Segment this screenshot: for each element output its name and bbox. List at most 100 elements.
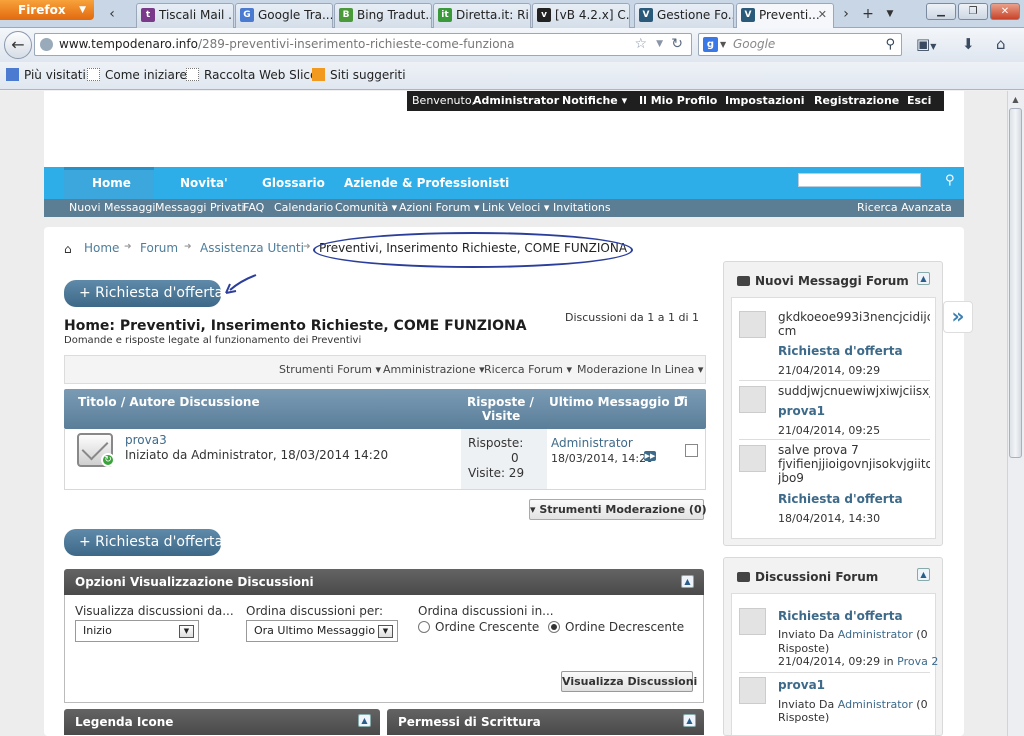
order-desc-label[interactable]: Ordine Decrescente	[565, 620, 684, 634]
scrollbar-thumb[interactable]	[1009, 108, 1022, 458]
search-engine-dropdown-icon[interactable]: ▼	[720, 34, 726, 55]
visualizza-discussioni-button[interactable]: Visualizza Discussioni	[561, 671, 697, 692]
tab-gestione[interactable]: V Gestione Fo...	[634, 3, 734, 28]
search-icon[interactable]: ⚲	[885, 34, 895, 55]
download-arrow-icon[interactable]: ⬇	[962, 35, 975, 53]
back-arrow-icon[interactable]: ←	[4, 31, 32, 59]
collapse-icon[interactable]: ▲	[358, 714, 371, 727]
tab-bing[interactable]: B Bing Tradut...	[334, 3, 432, 28]
author-link[interactable]: Administrator	[838, 698, 913, 711]
firefox-menu-button[interactable]: Firefox ▼	[0, 0, 94, 20]
last-post-user-link[interactable]: Administrator	[551, 436, 633, 450]
bookmark-piu-visitati[interactable]: Più visitati	[4, 68, 86, 82]
sort-by-select[interactable]: Ora Ultimo Messaggio ▼	[246, 620, 398, 642]
tab-scroll-left-icon[interactable]: ‹	[102, 4, 122, 24]
tab-scroll-right-icon[interactable]: ›	[838, 4, 854, 24]
forum-link[interactable]: Prova 2	[897, 655, 938, 668]
moderazione-menu[interactable]: Moderazione In Linea ▾	[577, 363, 703, 376]
new-thread-button-bottom[interactable]: + Richiesta d'offerta	[64, 529, 223, 556]
author-link[interactable]: Administrator	[838, 628, 913, 641]
subnav-messaggi-privati[interactable]: Messaggi Privati	[155, 199, 245, 217]
subnav-ricerca-avanzata[interactable]: Ricerca Avanzata	[857, 199, 952, 217]
ricerca-forum-menu[interactable]: Ricerca Forum ▾	[484, 363, 572, 376]
column-views[interactable]: Visite	[482, 409, 520, 423]
notifications-link[interactable]: Notifiche ▾	[562, 91, 627, 111]
subnav-faq[interactable]: FAQ	[243, 199, 264, 217]
restore-icon[interactable]: ❐	[958, 3, 988, 20]
thread-meta: Inviato Da Administrator (0	[778, 698, 930, 711]
strumenti-forum-menu[interactable]: Strumenti Forum ▾	[279, 363, 381, 376]
sort-down-icon[interactable]: ▼	[678, 395, 685, 405]
subnav-calendario[interactable]: Calendario	[274, 199, 333, 217]
url-bar[interactable]: www.tempodenaro.info/289-preventivi-inse…	[34, 33, 692, 56]
scroll-up-icon[interactable]: ▲	[1008, 92, 1023, 108]
search-icon[interactable]: ⚲	[945, 173, 955, 188]
subnav-comunita[interactable]: Comunità ▾	[335, 199, 397, 217]
settings-link[interactable]: Impostazioni	[725, 91, 805, 111]
subnav-invitations[interactable]: Invitations	[553, 199, 611, 217]
home-icon[interactable]: ⌂	[996, 35, 1006, 53]
bookmark-come-iniziare[interactable]: Come iniziare	[85, 68, 187, 82]
tab-google-translate[interactable]: G Google Tra...	[235, 3, 333, 28]
nav-glossario[interactable]: Glossario	[262, 167, 325, 199]
moderation-tools-button[interactable]: ▾ Strumenti Moderazione (0)	[529, 499, 707, 520]
collapse-icon[interactable]: ▲	[683, 714, 696, 727]
bookmark-web-slice[interactable]: Raccolta Web Slice	[184, 68, 317, 82]
close-tab-icon[interactable]: ✕	[818, 4, 827, 26]
post-thread-link[interactable]: Richiesta d'offerta	[778, 492, 903, 506]
thread-title-link[interactable]: prova3	[125, 433, 167, 447]
home-icon[interactable]: ⌂	[64, 242, 72, 256]
subnav-nuovi-messaggi[interactable]: Nuovi Messaggi	[69, 199, 155, 217]
nav-aziende[interactable]: Aziende & Professionisti	[344, 167, 509, 199]
subnav-azioni-forum[interactable]: Azioni Forum ▾	[399, 199, 480, 217]
collapse-icon[interactable]: ▲	[681, 575, 694, 588]
thread-select-checkbox[interactable]	[685, 444, 698, 457]
tab-vbulletin[interactable]: v [vB 4.2.x] C...	[532, 3, 630, 28]
url-dropdown-icon[interactable]: ▼	[656, 34, 663, 55]
tab-tiscali[interactable]: t Tiscali Mail ...	[136, 3, 234, 28]
tab-diretta[interactable]: it Diretta.it: Ri...	[433, 3, 531, 28]
select-value: Ora Ultimo Messaggio	[254, 624, 376, 637]
column-title[interactable]: Titolo / Autore Discussione	[78, 395, 260, 409]
amministrazione-menu[interactable]: Amministrazione ▾	[383, 363, 485, 376]
tab-preventivi-active[interactable]: V Preventi... ✕	[736, 3, 834, 29]
nav-home[interactable]: Home	[92, 167, 131, 199]
forum-description: Domande e risposte legate al funzionamen…	[64, 335, 362, 346]
nav-novita[interactable]: Novita'	[180, 167, 228, 199]
order-desc-radio[interactable]	[548, 621, 560, 633]
reload-icon[interactable]: ↻	[671, 34, 683, 55]
user-link[interactable]: Administrator	[473, 91, 559, 111]
bookmark-star-icon[interactable]: ☆	[634, 34, 647, 55]
subnav-link-veloci[interactable]: Link Veloci ▾	[482, 199, 549, 217]
collapse-icon[interactable]: ▲	[917, 272, 930, 285]
site-search-input[interactable]	[798, 173, 921, 187]
breadcrumb-home[interactable]: Home	[84, 241, 119, 255]
order-asc-radio[interactable]	[418, 621, 430, 633]
breadcrumb-assistenza[interactable]: Assistenza Utenti	[200, 241, 304, 255]
post-thread-link[interactable]: Richiesta d'offerta	[778, 344, 903, 358]
breadcrumb-forum[interactable]: Forum	[140, 241, 178, 255]
thread-link[interactable]: Richiesta d'offerta	[778, 609, 903, 623]
bookmarks-menu-icon[interactable]: ▣▼	[916, 35, 936, 53]
search-bar[interactable]: g ▼ Google ⚲	[698, 33, 902, 56]
logout-link[interactable]: Esci	[907, 91, 931, 111]
diretta-icon: it	[438, 8, 452, 22]
thread-link[interactable]: prova1	[778, 678, 825, 692]
collapse-icon[interactable]: ▲	[917, 568, 930, 581]
profile-link[interactable]: Il Mio Profilo	[639, 91, 717, 111]
order-asc-label[interactable]: Ordine Crescente	[435, 620, 539, 634]
tab-list-icon[interactable]: ▼	[880, 4, 900, 24]
minimize-icon[interactable]: ▁	[926, 3, 956, 20]
post-thread-link[interactable]: prova1	[778, 404, 825, 418]
new-tab-icon[interactable]: +	[858, 4, 878, 24]
avatar	[739, 677, 766, 704]
column-last-post[interactable]: Ultimo Messaggio Di	[549, 395, 688, 409]
register-link[interactable]: Registrazione	[814, 91, 899, 111]
close-window-icon[interactable]: ✕	[990, 3, 1020, 20]
show-threads-select[interactable]: Inizio ▼	[75, 620, 199, 642]
column-replies[interactable]: Risposte /	[467, 395, 534, 409]
bookmark-siti-suggeriti[interactable]: Siti suggeriti	[310, 68, 406, 82]
new-thread-button[interactable]: + Richiesta d'offerta	[64, 280, 223, 307]
sidebar-toggle-icon[interactable]: »	[943, 301, 973, 333]
go-to-last-post-icon[interactable]: ▶▶	[644, 451, 656, 461]
